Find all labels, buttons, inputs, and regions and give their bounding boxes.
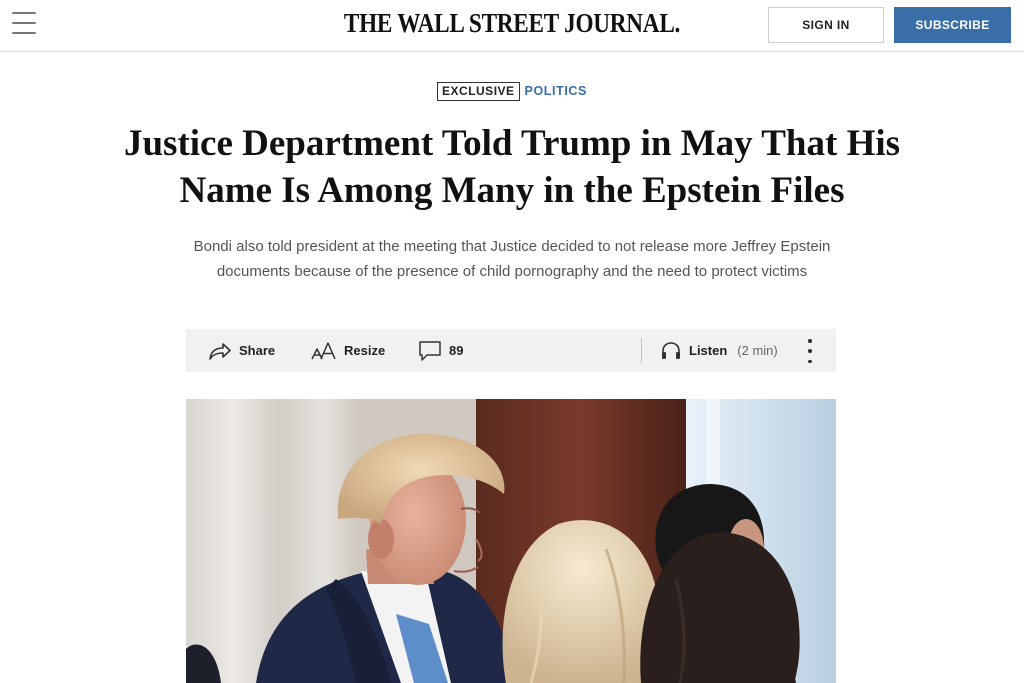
article-flashline: EXCLUSIVE POLITICS: [0, 79, 1024, 103]
resize-label: Resize: [344, 343, 386, 358]
share-arrow-icon: [208, 341, 232, 361]
resize-button[interactable]: Resize: [311, 329, 385, 372]
text-resize-icon: [311, 341, 337, 361]
article-dek: Bondi also told president at the meeting…: [193, 238, 831, 280]
listen-button[interactable]: Listen (2 min): [660, 329, 778, 372]
article-toolbar: Share Resize 89 Listen (2 min): [186, 329, 836, 372]
article-headline: Justice Department Told Trump in May Tha…: [123, 123, 901, 211]
comments-button[interactable]: 89: [418, 329, 463, 372]
site-header: THE WALL STREET JOURNAL. SIGN IN SUBSCRI…: [0, 0, 1024, 52]
listen-duration: (2 min): [737, 343, 778, 358]
more-vertical-icon[interactable]: [800, 339, 820, 363]
hero-photo-illustration: [186, 399, 836, 683]
comments-count: 89: [449, 343, 464, 358]
toolbar-divider: [641, 338, 642, 363]
article-hero-photo[interactable]: [186, 399, 836, 683]
exclusive-badge: EXCLUSIVE: [437, 81, 520, 101]
share-label: Share: [239, 343, 276, 358]
comment-bubble-icon: [418, 340, 442, 362]
share-button[interactable]: Share: [208, 329, 275, 372]
sign-in-button[interactable]: SIGN IN: [768, 7, 884, 43]
subscribe-button[interactable]: SUBSCRIBE: [894, 7, 1011, 43]
headphones-icon: [660, 341, 682, 361]
section-link-politics[interactable]: POLITICS: [525, 84, 587, 98]
article-page: THE WALL STREET JOURNAL. SIGN IN SUBSCRI…: [0, 0, 1024, 683]
listen-label: Listen: [689, 343, 728, 358]
hamburger-menu-icon[interactable]: [12, 12, 36, 34]
